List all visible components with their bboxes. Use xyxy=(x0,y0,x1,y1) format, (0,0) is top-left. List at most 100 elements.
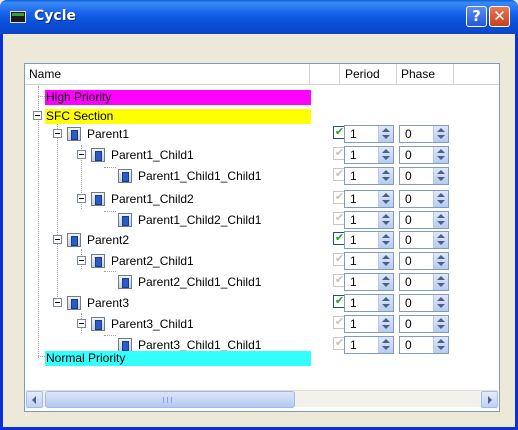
spin-down-icon[interactable] xyxy=(382,283,390,287)
spin-up-icon[interactable] xyxy=(437,297,445,301)
spin-down-icon[interactable] xyxy=(382,262,390,266)
phase-spin-buttons[interactable] xyxy=(433,191,448,207)
spin-up-icon[interactable] xyxy=(382,214,390,218)
period-spinner[interactable]: 1 xyxy=(344,273,394,291)
period-spinner[interactable]: 1 xyxy=(344,294,394,312)
tree-row-high-priority[interactable]: High Priority xyxy=(25,87,499,107)
spin-up-icon[interactable] xyxy=(382,318,390,322)
spin-down-icon[interactable] xyxy=(437,283,445,287)
spin-down-icon[interactable] xyxy=(437,221,445,225)
period-spinner[interactable]: 1 xyxy=(344,252,394,270)
phase-spin-buttons[interactable] xyxy=(433,147,448,163)
collapse-minus-icon[interactable] xyxy=(77,256,86,265)
phase-spin-buttons[interactable] xyxy=(433,295,448,311)
collapse-minus-icon[interactable] xyxy=(53,129,62,138)
phase-spin-buttons[interactable] xyxy=(433,253,448,269)
spin-up-icon[interactable] xyxy=(437,128,445,132)
phase-spin-buttons[interactable] xyxy=(433,274,448,290)
spin-down-icon[interactable] xyxy=(382,221,390,225)
tree-row-parent3[interactable]: Parent3 ✔ 1 0 xyxy=(25,293,499,313)
spin-up-icon[interactable] xyxy=(382,339,390,343)
scrollbar-thumb[interactable] xyxy=(45,391,295,408)
period-spin-buttons[interactable] xyxy=(378,253,393,269)
spin-up-icon[interactable] xyxy=(437,170,445,174)
spin-up-icon[interactable] xyxy=(437,193,445,197)
spin-down-icon[interactable] xyxy=(382,241,390,245)
help-button[interactable]: ? xyxy=(466,6,487,27)
period-spinner[interactable]: 1 xyxy=(344,211,394,229)
spin-down-icon[interactable] xyxy=(382,135,390,139)
period-spin-buttons[interactable] xyxy=(378,274,393,290)
tree-row-parent1[interactable]: Parent1 ✔ 1 0 xyxy=(25,124,499,144)
tree-row-parent3-child1[interactable]: Parent3_Child1 ✔ 1 0 xyxy=(25,314,499,334)
period-spinner[interactable]: 1 xyxy=(344,125,394,143)
period-spinner[interactable]: 1 xyxy=(344,190,394,208)
spin-down-icon[interactable] xyxy=(437,325,445,329)
spin-down-icon[interactable] xyxy=(437,304,445,308)
period-spin-buttons[interactable] xyxy=(378,126,393,142)
period-spinner[interactable]: 1 xyxy=(344,167,394,185)
tree-row-sfc-section[interactable]: SFC Section xyxy=(25,106,499,126)
scroll-right-icon[interactable] xyxy=(481,391,498,408)
spin-down-icon[interactable] xyxy=(382,200,390,204)
spin-up-icon[interactable] xyxy=(382,255,390,259)
scroll-left-icon[interactable] xyxy=(26,391,43,408)
title-bar[interactable]: Cycle ? ✕ xyxy=(0,0,518,34)
tree-row-parent2[interactable]: Parent2 ✔ 1 0 xyxy=(25,230,499,250)
collapse-minus-icon[interactable] xyxy=(77,194,86,203)
spin-down-icon[interactable] xyxy=(382,325,390,329)
collapse-minus-icon[interactable] xyxy=(53,235,62,244)
spin-up-icon[interactable] xyxy=(382,276,390,280)
spin-down-icon[interactable] xyxy=(437,241,445,245)
period-spin-buttons[interactable] xyxy=(378,168,393,184)
spin-up-icon[interactable] xyxy=(437,339,445,343)
phase-spin-buttons[interactable] xyxy=(433,316,448,332)
tree-row-parent1-child1-child1[interactable]: Parent1_Child1_Child1 ✔ 1 0 xyxy=(25,166,499,186)
phase-spinner[interactable]: 0 xyxy=(399,294,449,312)
column-header-enabled[interactable] xyxy=(310,64,340,84)
spin-up-icon[interactable] xyxy=(382,193,390,197)
spin-down-icon[interactable] xyxy=(437,262,445,266)
phase-spinner[interactable]: 0 xyxy=(399,252,449,270)
tree-row-parent2-child1[interactable]: Parent2_Child1 ✔ 1 0 xyxy=(25,251,499,271)
period-spin-buttons[interactable] xyxy=(378,316,393,332)
phase-spin-buttons[interactable] xyxy=(433,168,448,184)
period-spin-buttons[interactable] xyxy=(378,295,393,311)
period-spinner[interactable]: 1 xyxy=(344,146,394,164)
phase-spinner[interactable]: 0 xyxy=(399,125,449,143)
close-button[interactable]: ✕ xyxy=(489,6,510,27)
tree-row-normal-priority[interactable]: Normal Priority xyxy=(25,348,499,368)
spin-down-icon[interactable] xyxy=(437,135,445,139)
phase-spin-buttons[interactable] xyxy=(433,232,448,248)
tree-row-parent2-child1-child1[interactable]: Parent2_Child1_Child1 ✔ 1 0 xyxy=(25,272,499,292)
horizontal-scrollbar[interactable] xyxy=(26,390,498,408)
column-header-period[interactable]: Period xyxy=(340,64,397,84)
spin-up-icon[interactable] xyxy=(437,276,445,280)
period-spinner[interactable]: 1 xyxy=(344,315,394,333)
spin-up-icon[interactable] xyxy=(437,149,445,153)
phase-spin-buttons[interactable] xyxy=(433,126,448,142)
spin-up-icon[interactable] xyxy=(382,234,390,238)
column-header-name[interactable]: Name xyxy=(25,64,310,84)
spin-up-icon[interactable] xyxy=(382,128,390,132)
phase-spinner[interactable]: 0 xyxy=(399,146,449,164)
spin-up-icon[interactable] xyxy=(382,149,390,153)
spin-down-icon[interactable] xyxy=(382,156,390,160)
period-spin-buttons[interactable] xyxy=(378,212,393,228)
spin-up-icon[interactable] xyxy=(437,255,445,259)
spin-up-icon[interactable] xyxy=(382,297,390,301)
collapse-minus-icon[interactable] xyxy=(53,298,62,307)
column-header-phase[interactable]: Phase xyxy=(397,64,454,84)
spin-down-icon[interactable] xyxy=(437,177,445,181)
phase-spinner[interactable]: 0 xyxy=(399,231,449,249)
phase-spinner[interactable]: 0 xyxy=(399,167,449,185)
spin-down-icon[interactable] xyxy=(437,200,445,204)
collapse-minus-icon[interactable] xyxy=(77,150,86,159)
tree-row-parent1-child1[interactable]: Parent1_Child1 ✔ 1 0 xyxy=(25,145,499,165)
spin-down-icon[interactable] xyxy=(437,156,445,160)
collapse-minus-icon[interactable] xyxy=(77,319,86,328)
spin-up-icon[interactable] xyxy=(437,234,445,238)
collapse-minus-icon[interactable] xyxy=(33,111,42,120)
period-spin-buttons[interactable] xyxy=(378,232,393,248)
period-spin-buttons[interactable] xyxy=(378,147,393,163)
